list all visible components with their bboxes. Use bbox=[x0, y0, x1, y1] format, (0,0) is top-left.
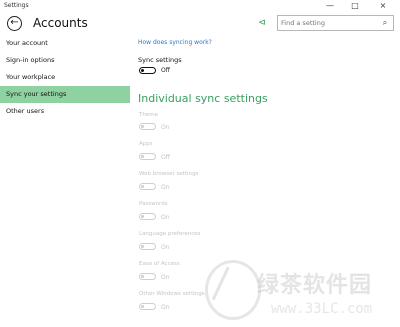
toggle-knob bbox=[141, 69, 144, 72]
sync-settings-toggle[interactable] bbox=[139, 67, 156, 74]
sync-settings-state: Off bbox=[161, 67, 170, 74]
toggle-knob bbox=[141, 275, 144, 278]
search-icon[interactable]: ⌕ bbox=[380, 18, 390, 28]
how-syncing-works-link[interactable]: How does syncing work? bbox=[138, 39, 212, 46]
minimize-button[interactable]: — bbox=[318, 0, 342, 13]
watermark-url: www.33LC.com bbox=[271, 301, 373, 317]
section-title: Individual sync settings bbox=[138, 92, 268, 105]
passwords-toggle[interactable] bbox=[139, 213, 156, 220]
watermark-logo bbox=[205, 260, 261, 320]
toggle-knob bbox=[141, 185, 144, 188]
other-windows-settings-toggle[interactable] bbox=[139, 303, 156, 310]
sidebar-item-other-users[interactable]: Other users bbox=[0, 103, 130, 120]
back-arrow-icon[interactable]: ← bbox=[7, 16, 22, 31]
maximize-button[interactable]: □ bbox=[343, 0, 367, 13]
pin-to-start-icon[interactable]: ⊲ bbox=[256, 17, 268, 29]
theme-state: On bbox=[161, 124, 170, 131]
watermark-text: 绿茶软件园 bbox=[257, 273, 373, 298]
sidebar: Your account Sign-in options Your workpl… bbox=[0, 35, 130, 327]
apps-label: Apps bbox=[139, 141, 153, 147]
sidebar-item-sign-in-options[interactable]: Sign-in options bbox=[0, 52, 130, 69]
title-bar: Settings — □ × bbox=[0, 0, 400, 13]
language-preferences-toggle[interactable] bbox=[139, 243, 156, 250]
sync-settings-label: Sync settings bbox=[138, 56, 182, 64]
theme-toggle[interactable] bbox=[139, 123, 156, 130]
language-preferences-label: Language preferences bbox=[139, 231, 201, 237]
page-title: Accounts bbox=[33, 16, 88, 30]
other-windows-settings-state: On bbox=[161, 304, 170, 311]
ease-of-access-label: Ease of Access bbox=[139, 261, 180, 267]
web-browser-settings-state: On bbox=[161, 184, 170, 191]
toggle-knob bbox=[141, 245, 144, 248]
search-input[interactable] bbox=[281, 17, 376, 29]
theme-label: Theme bbox=[139, 112, 158, 118]
passwords-state: On bbox=[161, 214, 170, 221]
ease-of-access-state: On bbox=[161, 274, 170, 281]
sidebar-item-sync-your-settings[interactable]: Sync your settings bbox=[0, 86, 130, 103]
toggle-knob bbox=[141, 215, 144, 218]
toggle-knob bbox=[141, 155, 144, 158]
sidebar-item-your-workplace[interactable]: Your workplace bbox=[0, 69, 130, 86]
close-button[interactable]: × bbox=[371, 0, 395, 13]
search-box[interactable]: ⌕ bbox=[277, 15, 394, 31]
sidebar-item-your-account[interactable]: Your account bbox=[0, 35, 130, 52]
web-browser-settings-toggle[interactable] bbox=[139, 183, 156, 190]
ease-of-access-toggle[interactable] bbox=[139, 273, 156, 280]
apps-toggle[interactable] bbox=[139, 153, 156, 160]
apps-state: Off bbox=[161, 154, 170, 161]
web-browser-settings-label: Web browser settings bbox=[139, 171, 199, 177]
passwords-label: Passwords bbox=[139, 201, 168, 207]
toggle-knob bbox=[141, 125, 144, 128]
app-title: Settings bbox=[4, 2, 29, 9]
toggle-knob bbox=[141, 305, 144, 308]
other-windows-settings-label: Other Windows settings bbox=[139, 291, 205, 297]
language-preferences-state: On bbox=[161, 244, 170, 251]
header: ← Accounts ⊲ ⌕ bbox=[0, 13, 400, 35]
